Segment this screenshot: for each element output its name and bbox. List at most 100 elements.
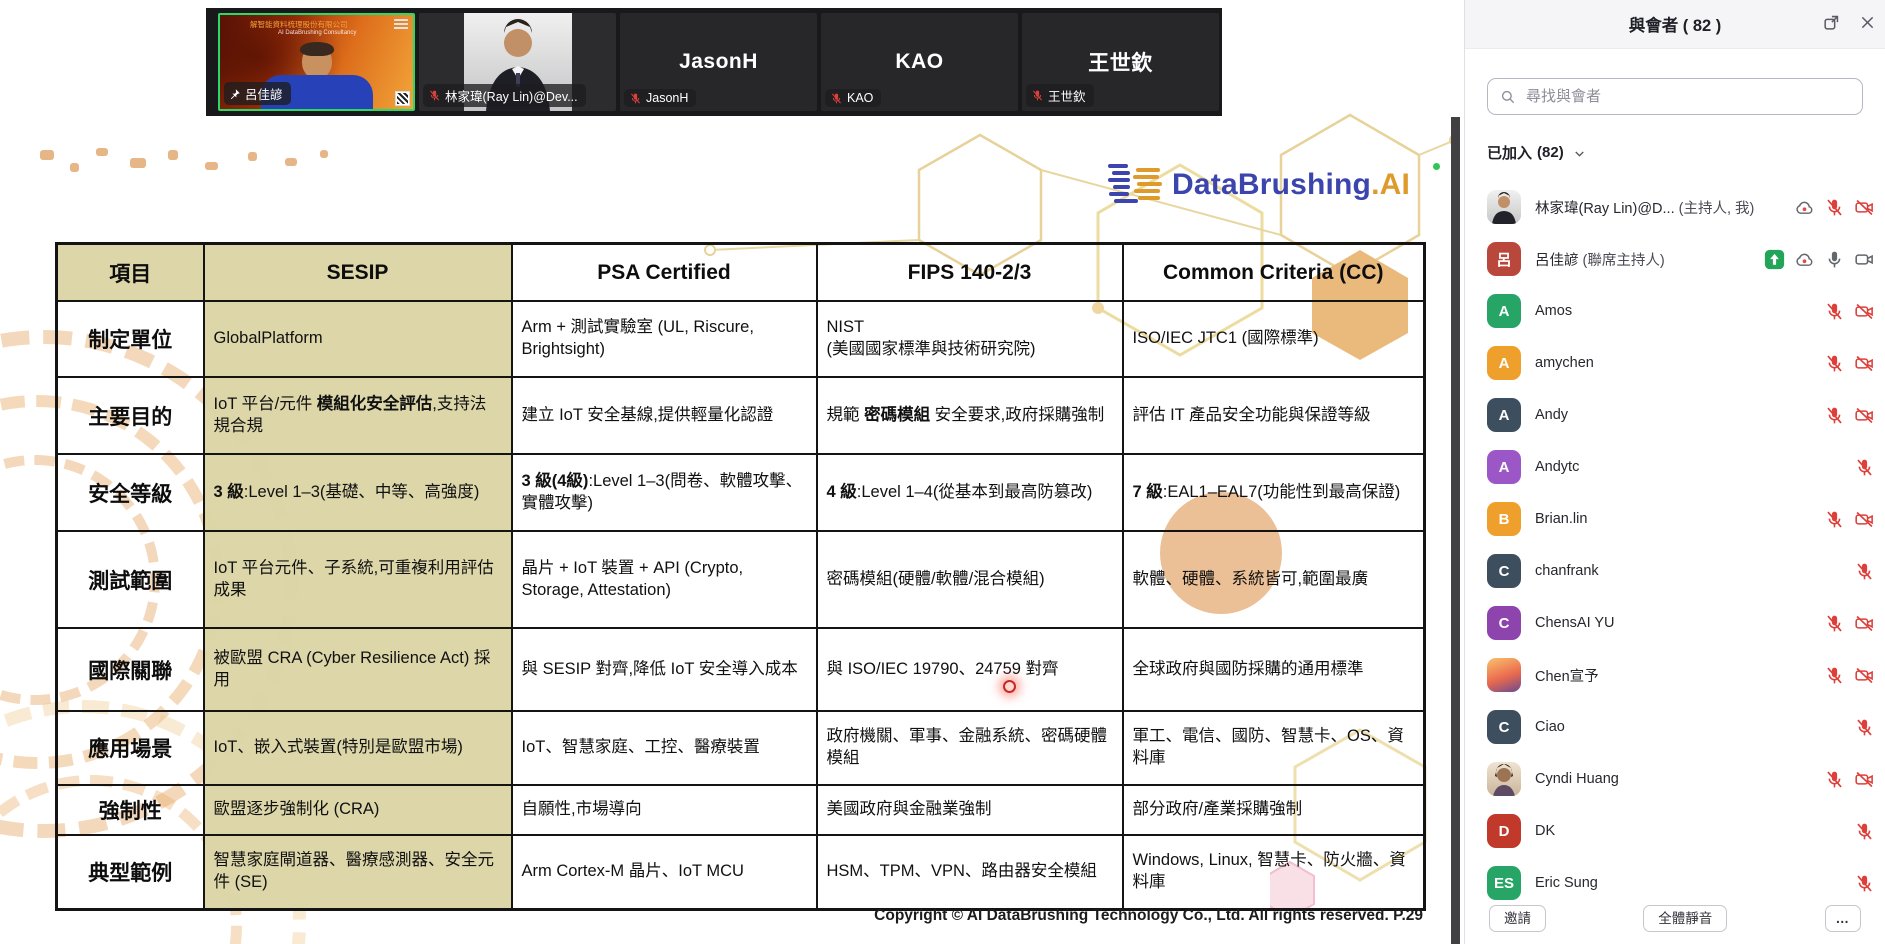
avatar: A — [1487, 346, 1521, 380]
chevron-down-icon[interactable] — [1572, 146, 1587, 161]
participant-row[interactable]: Chen宣予 — [1465, 649, 1885, 701]
participant-name: Eric Sung — [1535, 875, 1848, 891]
mute-all-button[interactable]: 全體靜音 — [1643, 905, 1727, 932]
table-cell: 智慧家庭閘道器、醫療感測器、安全元件 (SE) — [204, 835, 512, 909]
search-participants-box[interactable] — [1487, 78, 1863, 115]
cloud-recording-icon — [1794, 197, 1815, 218]
joined-count: (82) — [1537, 144, 1564, 161]
table-cell: 建立 IoT 安全基線,提供輕量化認證 — [512, 377, 817, 454]
camera-off-icon — [1854, 353, 1875, 374]
participant-role: (聯席主持人) — [1579, 253, 1665, 269]
participant-status-icons — [1854, 457, 1875, 478]
participant-row[interactable]: Cyndi Huang — [1465, 753, 1885, 805]
participant-row[interactable]: AAndy — [1465, 389, 1885, 441]
avatar — [1487, 762, 1521, 796]
avatar: C — [1487, 710, 1521, 744]
invite-button[interactable]: 邀請 — [1489, 905, 1546, 932]
tile-name-text: 王世欽 — [1048, 86, 1086, 105]
table-cell: 軍工、電信、國防、智慧卡、OS、資料庫 — [1123, 711, 1425, 785]
participant-name: Brian.lin — [1535, 511, 1818, 527]
camera-off-icon — [1854, 301, 1875, 322]
close-icon[interactable] — [1858, 13, 1877, 32]
participant-row[interactable]: DDK — [1465, 805, 1885, 857]
participants-footer: 邀請 全體靜音 … — [1465, 905, 1885, 932]
avatar: A — [1487, 450, 1521, 484]
tile-name-label: JasonH — [624, 89, 696, 107]
participant-status-icons — [1854, 717, 1875, 738]
vertical-scrollbar[interactable] — [1451, 117, 1460, 944]
pop-out-icon[interactable] — [1822, 13, 1841, 32]
search-participants-input[interactable] — [1524, 87, 1851, 106]
mic-muted-icon — [1824, 353, 1845, 374]
tile-name-text: 呂佳諺 — [245, 84, 283, 103]
participant-status-icons — [1824, 665, 1875, 686]
participant-row[interactable]: CChensAI YU — [1465, 597, 1885, 649]
participant-row[interactable]: CCiao — [1465, 701, 1885, 753]
databrushing-logo-text: DataBrushing.AI — [1172, 168, 1410, 202]
avatar: B — [1487, 502, 1521, 536]
table-row: 測試範圍IoT 平台元件、子系統,可重複利用評估成果晶片 + IoT 裝置 + … — [57, 531, 1425, 628]
participant-row[interactable]: B Brian.lin — [1465, 493, 1885, 545]
participant-name: Cyndi Huang — [1535, 771, 1818, 787]
table-row: 制定單位GlobalPlatformArm + 測試實驗室 (UL, Riscu… — [57, 301, 1425, 377]
mic-muted-icon — [428, 89, 441, 102]
company-tagline-overlay: AI DataBrushing Consultancy — [278, 30, 356, 36]
participant-row[interactable]: A Andytc — [1465, 441, 1885, 493]
table-cell: 美國政府與金融業強制 — [817, 785, 1123, 835]
table-cell: 與 SESIP 對齊,降低 IoT 安全導入成本 — [512, 628, 817, 711]
row-header: 國際關聯 — [57, 628, 204, 711]
mic-muted-icon — [1824, 509, 1845, 530]
table-cell: 被歐盟 CRA (Cyber Resilience Act) 採用 — [204, 628, 512, 711]
column-header: 項目 — [57, 244, 204, 302]
table-cell: 4 級:Level 1–4(從基本到最高防篡改) — [817, 454, 1123, 531]
table-cell: HSM、TPM、VPN、路由器安全模組 — [817, 835, 1123, 909]
table-row: 應用場景IoT、嵌入式裝置(特別是歐盟市場)IoT、智慧家庭、工控、醫療裝置政府… — [57, 711, 1425, 785]
participants-panel-header: 與會者 ( 82 ) — [1465, 0, 1885, 49]
tile-name-text: JasonH — [646, 91, 688, 105]
table-row: 安全等級3 級:Level 1–3(基礎、中等、高強度)3 級(4級):Leve… — [57, 454, 1425, 531]
video-tile[interactable]: JasonHJasonH — [620, 13, 817, 111]
certification-comparison-table: 項目SESIPPSA CertifiedFIPS 140-2/3Common C… — [55, 242, 1426, 911]
participant-status-icons — [1824, 301, 1875, 322]
column-header: PSA Certified — [512, 244, 817, 302]
video-tile[interactable]: 解智能資料梳理股份有限公司AI DataBrushing Consultancy… — [218, 13, 415, 111]
column-header: FIPS 140-2/3 — [817, 244, 1123, 302]
pin-icon — [229, 88, 241, 100]
table-cell: Arm + 測試實驗室 (UL, Riscure, Brightsight) — [512, 301, 817, 377]
avatar: 呂 — [1487, 242, 1521, 276]
cloud-recording-icon — [1794, 249, 1815, 270]
video-art-minibars — [394, 19, 408, 31]
row-header: 應用場景 — [57, 711, 204, 785]
row-header: 典型範例 — [57, 835, 204, 909]
participant-name: Amos — [1535, 303, 1818, 319]
table-cell: GlobalPlatform — [204, 301, 512, 377]
table-row: 主要目的IoT 平台/元件 模組化安全評估,支持法規合規建立 IoT 安全基線,… — [57, 377, 1425, 454]
more-options-button[interactable]: … — [1825, 905, 1862, 932]
tile-name-label: 呂佳諺 — [224, 82, 291, 105]
participant-status-icons — [1824, 509, 1875, 530]
video-tile[interactable]: 林家瑋(Ray Lin)@Dev... — [419, 13, 616, 111]
databrushing-logo: DataBrushing.AI — [1108, 162, 1410, 208]
table-cell: IoT、嵌入式裝置(特別是歐盟市場) — [204, 711, 512, 785]
participant-row[interactable]: ESEric Sung — [1465, 857, 1885, 909]
participant-name: Andytc — [1535, 459, 1848, 475]
qr-code — [395, 91, 410, 106]
table-cell: Arm Cortex-M 晶片、IoT MCU — [512, 835, 817, 909]
column-header: SESIP — [204, 244, 512, 302]
video-tile[interactable]: 王世欽王世欽 — [1022, 13, 1219, 111]
participant-row[interactable]: 呂呂佳諺 (聯席主持人) — [1465, 233, 1885, 285]
participant-row[interactable]: Aamychen — [1465, 337, 1885, 389]
camera-off-icon — [1854, 613, 1875, 634]
shared-slide: DataBrushing.AI 項目SESIPPSA CertifiedFIPS… — [0, 0, 1451, 944]
participant-row[interactable]: AAmos — [1465, 285, 1885, 337]
table-cell: 3 級:Level 1–3(基礎、中等、高強度) — [204, 454, 512, 531]
participant-status-icons — [1824, 353, 1875, 374]
table-cell: IoT 平台/元件 模組化安全評估,支持法規合規 — [204, 377, 512, 454]
participant-row[interactable]: 林家瑋(Ray Lin)@D... (主持人, 我) — [1465, 181, 1885, 233]
participant-status-icons — [1824, 769, 1875, 790]
video-tile[interactable]: KAOKAO — [821, 13, 1018, 111]
participant-row[interactable]: Cchanfrank — [1465, 545, 1885, 597]
tile-name-text: 林家瑋(Ray Lin)@Dev... — [445, 86, 578, 105]
table-cell: 全球政府與國防採購的通用標準 — [1123, 628, 1425, 711]
joined-label: 已加入 — [1487, 142, 1532, 163]
